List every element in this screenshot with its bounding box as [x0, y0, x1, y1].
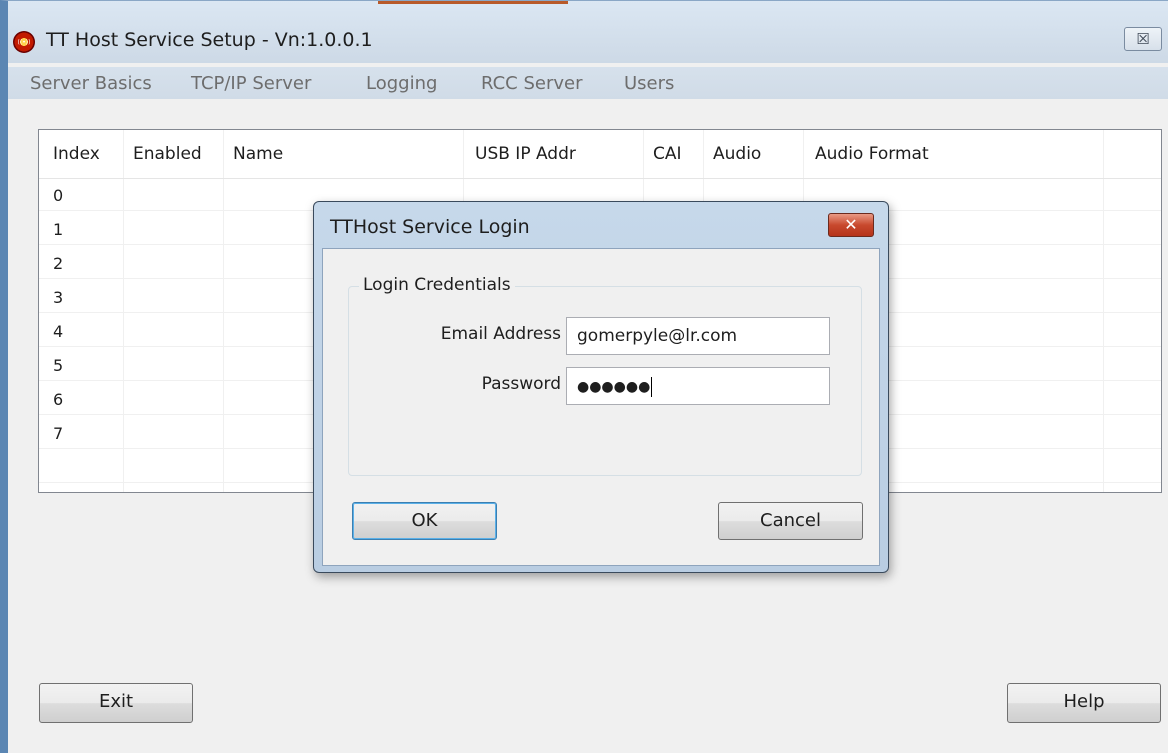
column-header-index[interactable]: Index: [53, 144, 100, 164]
menu-tcpip-server[interactable]: TCP/IP Server: [191, 73, 311, 94]
dialog-close-button[interactable]: ✕: [828, 213, 874, 237]
column-header-name[interactable]: Name: [233, 144, 283, 164]
dialog-body: Login Credentials Email Address gomerpyl…: [322, 248, 880, 566]
column-divider: [223, 130, 224, 492]
menu-rcc-server[interactable]: RCC Server: [481, 73, 583, 94]
exit-button[interactable]: Exit: [39, 683, 193, 723]
column-header-audio-format[interactable]: Audio Format: [815, 144, 929, 164]
column-divider: [123, 130, 124, 492]
title-bar: ((•)) TT Host Service Setup - Vn:1.0.0.1…: [8, 1, 1168, 63]
table-header-separator: [39, 178, 1161, 179]
table-row-index[interactable]: 7: [53, 424, 63, 443]
text-caret: [651, 377, 653, 397]
ok-button[interactable]: OK: [352, 502, 497, 540]
column-divider: [1103, 130, 1104, 492]
column-header-usb-ip-addr[interactable]: USB IP Addr: [475, 144, 576, 164]
menu-bar: Server Basics TCP/IP Server Logging RCC …: [8, 67, 1168, 99]
table-row-index[interactable]: 0: [53, 186, 63, 205]
help-button[interactable]: Help: [1007, 683, 1161, 723]
main-window: ((•)) TT Host Service Setup - Vn:1.0.0.1…: [0, 0, 1168, 753]
table-row-index[interactable]: 3: [53, 288, 63, 307]
table-row-index[interactable]: 2: [53, 254, 63, 273]
password-label: Password: [481, 374, 561, 394]
menu-logging[interactable]: Logging: [366, 73, 437, 94]
title-accent: [378, 1, 568, 4]
column-header-audio[interactable]: Audio: [713, 144, 761, 164]
table-row-index[interactable]: 1: [53, 220, 63, 239]
column-header-cai[interactable]: CAI: [653, 144, 682, 164]
password-mask: ●●●●●●: [577, 379, 651, 395]
close-icon: ✕: [844, 215, 858, 234]
email-field[interactable]: gomerpyle@lr.com: [566, 317, 830, 355]
app-icon: ((•)): [13, 31, 35, 53]
password-field[interactable]: ●●●●●●: [566, 367, 830, 405]
login-dialog: TTHost Service Login ✕ Login Credentials…: [313, 201, 889, 573]
menu-users[interactable]: Users: [624, 73, 674, 94]
cancel-button[interactable]: Cancel: [718, 502, 863, 540]
window-title: TT Host Service Setup - Vn:1.0.0.1: [46, 29, 373, 51]
table-row-index[interactable]: 4: [53, 322, 63, 341]
column-header-enabled[interactable]: Enabled: [133, 144, 202, 164]
dialog-title: TTHost Service Login: [330, 216, 530, 238]
close-icon: ☒: [1136, 30, 1150, 48]
window-close-button[interactable]: ☒: [1124, 27, 1162, 51]
email-label: Email Address: [440, 324, 561, 344]
app-icon-glyph: ((•)): [17, 39, 31, 46]
table-row-index[interactable]: 6: [53, 390, 63, 409]
group-label: Login Credentials: [359, 275, 515, 295]
menu-server-basics[interactable]: Server Basics: [30, 73, 152, 94]
table-row-index[interactable]: 5: [53, 356, 63, 375]
